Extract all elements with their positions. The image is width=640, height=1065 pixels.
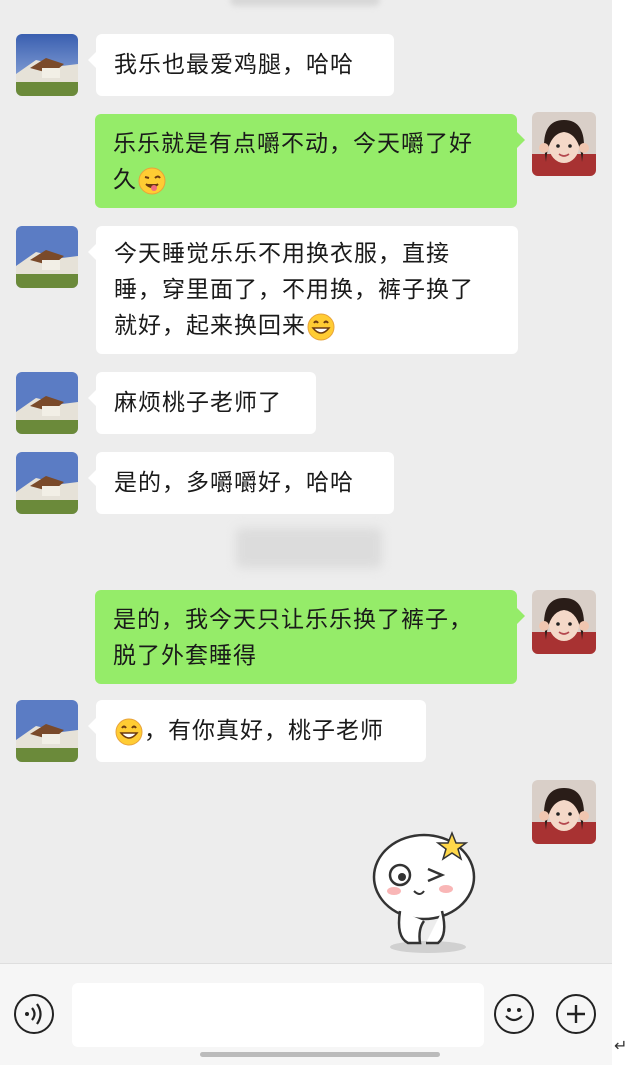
voice-button[interactable]	[14, 994, 54, 1034]
message-text: 麻烦桃子老师了	[114, 390, 282, 416]
input-bar	[0, 963, 612, 1065]
message-text: 我乐也最爱鸡腿，哈哈	[114, 52, 354, 78]
winking-bun-sticker[interactable]	[362, 825, 492, 955]
message-bubble[interactable]: 乐乐就是有点嚼不动，今天嚼了好 久	[95, 114, 525, 208]
voice-icon	[25, 1003, 42, 1025]
plus-button[interactable]	[556, 994, 596, 1034]
message-input[interactable]	[72, 983, 484, 1047]
message-text-line: 今天睡觉乐乐不用换衣服，直接	[114, 241, 450, 267]
friend-avatar[interactable]	[16, 226, 78, 288]
my-avatar[interactable]	[532, 590, 596, 654]
message-text: ，有你真好，桃子老师	[144, 718, 384, 744]
message-bubble[interactable]: 是的，我今天只让乐乐换了裤子， 脱了外套睡得	[95, 590, 525, 684]
grinning-face-icon	[115, 718, 143, 745]
my-avatar[interactable]	[532, 112, 596, 176]
message-bubble[interactable]: 我乐也最爱鸡腿，哈哈	[88, 34, 394, 96]
friend-avatar[interactable]	[16, 372, 78, 434]
message-text: 是的，多嚼嚼好，哈哈	[114, 470, 354, 496]
friend-avatar[interactable]	[16, 34, 78, 96]
plus-icon	[567, 1005, 585, 1023]
message-text-line: 久	[113, 167, 137, 193]
page-right-margin	[612, 0, 640, 1064]
message-text-line: 脱了外套睡得	[113, 643, 257, 669]
message-text-line: 是的，我今天只让乐乐换了裤子，	[113, 607, 473, 633]
blurred-timestamp	[236, 528, 382, 568]
message-bubble[interactable]: 今天睡觉乐乐不用换衣服，直接 睡，穿里面了，不用换，裤子换了 就好，起来换回来	[88, 226, 518, 354]
chat-area: 我乐也最爱鸡腿，哈哈 乐乐就是有点嚼不动，今天嚼了好 久 今天睡觉乐乐不用换衣服…	[0, 0, 612, 963]
top-timestamp-fade	[230, 0, 380, 6]
emoji-button[interactable]	[494, 994, 534, 1034]
grinning-face-icon	[307, 313, 335, 340]
friend-avatar[interactable]	[16, 452, 78, 514]
home-indicator	[200, 1052, 440, 1057]
message-text-line: 睡，穿里面了，不用换，裤子换了	[114, 277, 474, 303]
my-avatar[interactable]	[532, 780, 596, 844]
winking-face-tongue-icon	[138, 167, 166, 194]
message-bubble[interactable]: ，有你真好，桃子老师	[88, 700, 426, 762]
emoji-icon	[505, 1008, 523, 1022]
message-text-line: 乐乐就是有点嚼不动，今天嚼了好	[113, 131, 473, 157]
return-mark: ↵	[614, 1036, 628, 1055]
friend-avatar[interactable]	[16, 700, 78, 762]
message-bubble[interactable]: 麻烦桃子老师了	[88, 372, 316, 434]
message-text-line: 就好，起来换回来	[114, 313, 306, 339]
message-bubble[interactable]: 是的，多嚼嚼好，哈哈	[88, 452, 394, 514]
